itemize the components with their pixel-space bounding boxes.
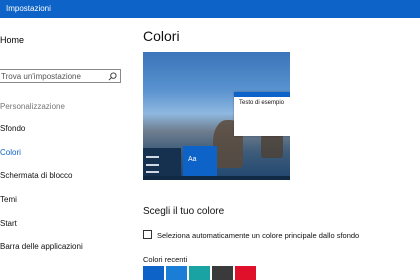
sidebar-item-barra-delle-applicazioni[interactable]: Barra delle applicazioni (0, 242, 83, 251)
sample-text: Testo di esempio (239, 100, 285, 106)
sidebar-item-schermata-di-blocco[interactable]: Schermata di blocco (0, 171, 72, 180)
page-title: Colori (143, 28, 180, 44)
title-bar: Impostazioni (0, 0, 420, 18)
search-input[interactable]: Trova un'impostazione (0, 69, 121, 83)
sample-window-titlebar (234, 92, 290, 97)
recent-color-swatch[interactable] (143, 266, 164, 280)
preview-tile: Aa (183, 146, 217, 180)
auto-color-label[interactable]: Seleziona automaticamente un colore prin… (157, 231, 359, 240)
recent-color-swatch[interactable] (189, 266, 210, 280)
sidebar: Home Trova un'impostazione Personalizzaz… (0, 18, 133, 280)
recent-color-swatch[interactable] (212, 266, 233, 280)
recent-colors-label: Colori recenti (143, 255, 188, 264)
section-title: Scegli il tuo colore (143, 206, 225, 217)
color-preview: Testo di esempio Aa (143, 52, 290, 180)
sidebar-item-temi[interactable]: Temi (0, 195, 17, 204)
sidebar-item-start[interactable]: Start (0, 219, 17, 228)
sample-window: Testo di esempio (234, 92, 290, 136)
sidebar-item-colori[interactable]: Colori (0, 148, 21, 157)
search-icon[interactable] (108, 72, 117, 81)
section-label: Personalizzazione (0, 102, 65, 111)
main-content: Colori Testo di esempio Aa Scegli il tuo… (143, 18, 420, 280)
auto-color-checkbox[interactable] (143, 230, 152, 239)
search-placeholder: Trova un'impostazione (1, 72, 81, 81)
window-title: Impostazioni (6, 4, 51, 13)
recent-color-swatch[interactable] (166, 266, 187, 280)
sidebar-item-sfondo[interactable]: Sfondo (0, 124, 25, 133)
preview-taskbar (143, 176, 290, 180)
recent-color-swatch[interactable] (235, 266, 256, 280)
tile-text: Aa (188, 156, 197, 163)
sidebar-item-home[interactable]: Home (0, 35, 24, 45)
